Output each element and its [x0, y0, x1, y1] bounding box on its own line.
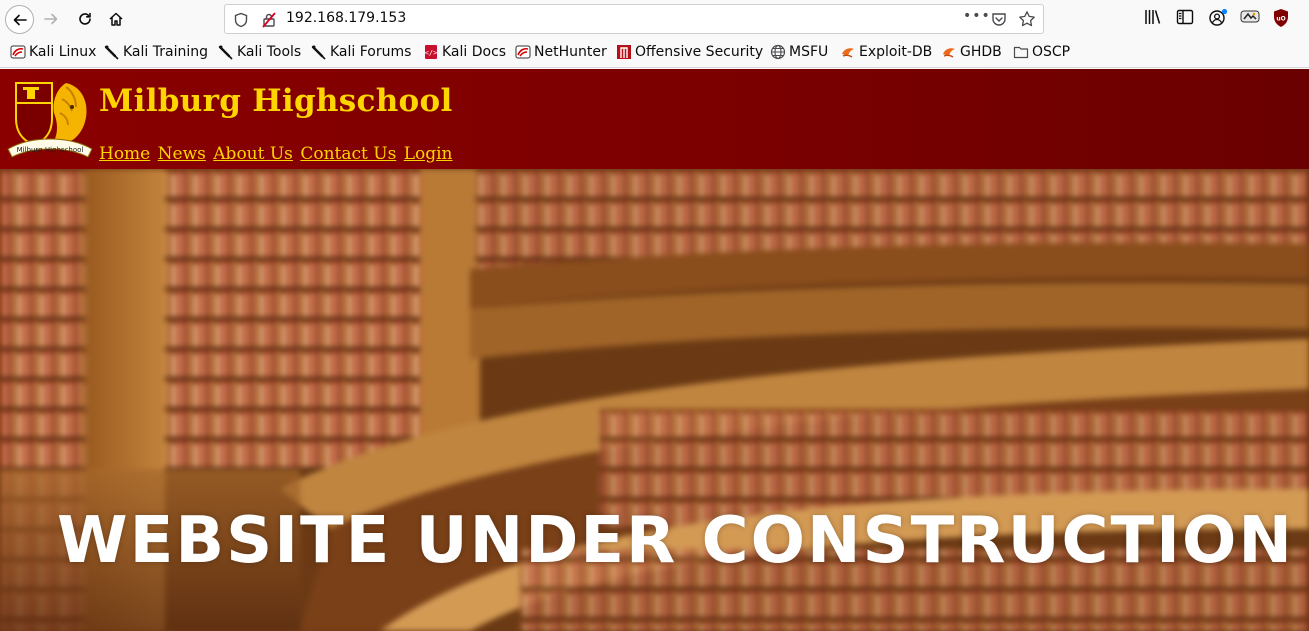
bookmark-label: Offensive Security	[635, 44, 764, 60]
sidebar-icon[interactable]	[1176, 8, 1194, 26]
url-text[interactable]: 192.168.179.153	[286, 10, 406, 26]
web-page: Milburg Highschool Milburg Highschool Ho…	[0, 69, 1309, 631]
kali-sword-icon	[218, 45, 233, 60]
globe-icon	[770, 44, 786, 60]
account-icon[interactable]	[1208, 8, 1228, 28]
pocket-icon[interactable]	[991, 11, 1007, 27]
nav-contact-us-link[interactable]: Contact Us	[300, 144, 396, 164]
bookmark-label: Exploit-DB	[859, 44, 933, 60]
svg-text:uO: uO	[1276, 16, 1285, 23]
bookmark-label: NetHunter	[534, 44, 607, 60]
page-actions-menu[interactable]: •••	[963, 8, 991, 24]
hero-banner: WEBSITE UNDER CONSTRUCTION	[0, 169, 1309, 631]
under-construction-heading: WEBSITE UNDER CONSTRUCTION	[57, 504, 1294, 578]
kali-sword-icon	[311, 45, 326, 60]
nav-news-link[interactable]: News	[158, 144, 206, 164]
nav-login-link[interactable]: Login	[404, 144, 453, 164]
site-nav: Home News About Us Contact Us Login	[99, 144, 455, 164]
kali-sword-icon	[104, 45, 119, 60]
browser-toolbar: 192.168.179.153 ••• uO	[0, 0, 1309, 38]
bookmarks-toolbar: Kali Linux Kali Training Kali Tools Kali…	[0, 38, 1309, 68]
exploitdb-icon	[943, 48, 955, 58]
nav-about-us-link[interactable]: About Us	[213, 144, 293, 164]
site-title: Milburg Highschool	[99, 83, 453, 119]
library-icon[interactable]	[1144, 8, 1162, 26]
bookmark-kali-docs[interactable]: </> Kali Docs	[423, 44, 506, 60]
bookmark-label: Kali Linux	[29, 44, 97, 60]
crest-banner-text: Milburg Highschool	[17, 146, 84, 154]
home-icon	[109, 12, 123, 26]
site-header: Milburg Highschool Milburg Highschool Ho…	[0, 69, 1309, 169]
bookmark-label: Kali Tools	[237, 44, 302, 60]
bookmark-label: Kali Training	[123, 44, 208, 60]
bookmark-kali-training[interactable]: Kali Training	[104, 44, 208, 60]
svg-text:</>: </>	[425, 49, 438, 57]
home-button[interactable]	[103, 6, 129, 32]
tracking-shield-icon[interactable]	[234, 12, 248, 28]
kali-dragon-icon	[10, 45, 26, 59]
school-crest-logo: Milburg Highschool	[7, 82, 93, 158]
bookmark-exploit-db[interactable]: Exploit-DB	[840, 44, 932, 60]
bookmark-msfu[interactable]: MSFU	[770, 44, 828, 60]
reload-button[interactable]	[72, 6, 98, 32]
url-bar[interactable]: 192.168.179.153 •••	[224, 4, 1044, 34]
bookmark-nethunter[interactable]: NetHunter	[515, 44, 607, 60]
bookmark-label: OSCP	[1032, 44, 1071, 60]
bookmark-star-icon[interactable]	[1018, 10, 1036, 28]
bookmark-label: GHDB	[960, 44, 1002, 60]
bookmark-label: Kali Forums	[330, 44, 412, 60]
offsec-icon	[617, 45, 631, 59]
bookmark-offensive-security[interactable]: Offensive Security	[616, 44, 763, 60]
bookmark-label: MSFU	[789, 44, 829, 60]
kali-dragon-icon	[515, 45, 531, 59]
back-arrow-icon	[13, 14, 27, 25]
bookmark-kali-linux[interactable]: Kali Linux	[10, 44, 96, 60]
bookmark-kali-forums[interactable]: Kali Forums	[311, 44, 411, 60]
reload-icon	[79, 12, 91, 25]
insecure-connection-icon[interactable]	[261, 12, 277, 28]
back-button[interactable]	[5, 5, 34, 34]
nav-home-link[interactable]: Home	[99, 144, 150, 164]
bookmark-kali-tools[interactable]: Kali Tools	[218, 44, 301, 60]
exploitdb-icon	[842, 48, 854, 58]
bookmark-oscp-folder[interactable]: OSCP	[1013, 44, 1070, 60]
forward-button[interactable]	[38, 6, 64, 32]
docs-icon: </>	[425, 45, 438, 59]
extension-icon[interactable]	[1240, 8, 1260, 26]
folder-icon	[1013, 46, 1029, 59]
ublock-origin-icon[interactable]: uO	[1272, 8, 1290, 28]
forward-arrow-icon	[44, 13, 58, 25]
bookmark-label: Kali Docs	[442, 44, 507, 60]
bookmark-ghdb[interactable]: GHDB	[941, 44, 1002, 60]
